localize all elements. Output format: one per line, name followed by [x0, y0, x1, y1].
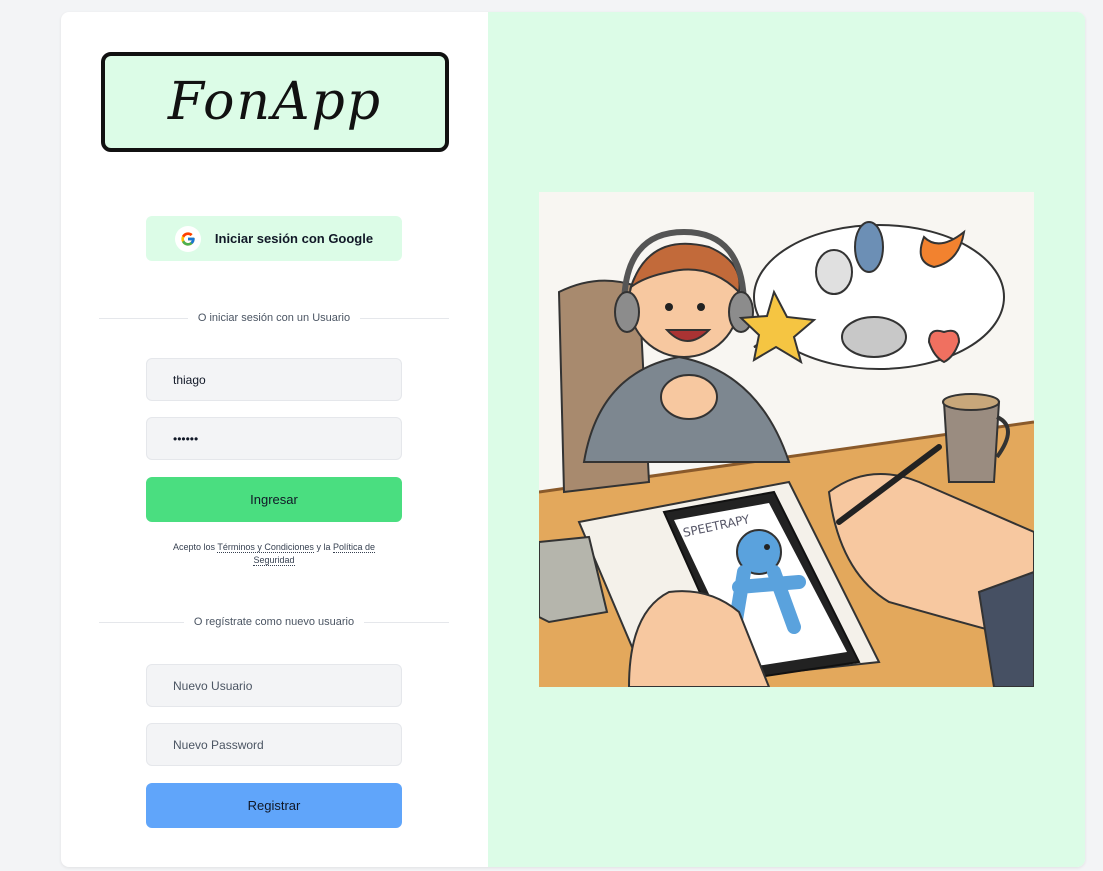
google-signin-button[interactable]: Iniciar sesión con Google [146, 216, 402, 261]
google-signin-label: Iniciar sesión con Google [214, 231, 374, 246]
divider-line [99, 317, 188, 319]
google-icon [174, 225, 201, 252]
login-button[interactable]: Ingresar [146, 477, 402, 522]
terms-link[interactable]: Términos y Condiciones [217, 542, 314, 553]
new-password-input[interactable] [146, 723, 402, 766]
register-divider-text: O regístrate como nuevo usuario [193, 616, 355, 628]
new-username-input[interactable] [146, 664, 402, 707]
register-button[interactable]: Registrar [146, 783, 402, 828]
logo-text: FonApp [167, 72, 383, 132]
password-input[interactable] [146, 417, 402, 460]
divider-line [360, 317, 449, 319]
divider-line [364, 621, 450, 623]
register-divider: O regístrate como nuevo usuario [99, 614, 450, 630]
divider-line [99, 621, 184, 623]
login-card: FonApp Iniciar sesión con Google O inici… [61, 12, 1085, 867]
auth-panel: FonApp Iniciar sesión con Google O inici… [61, 12, 488, 867]
terms-prefix: Acepto los [173, 542, 216, 552]
login-divider-text: O iniciar sesión con un Usuario [197, 312, 351, 324]
login-divider: O iniciar sesión con un Usuario [99, 310, 449, 326]
terms-middle: y la [316, 542, 331, 552]
illustration-panel: SPEETRAPY [488, 12, 1085, 867]
terms-notice: Acepto los Términos y Condiciones y la P… [161, 541, 387, 567]
username-input[interactable] [146, 358, 402, 401]
app-logo: FonApp [101, 52, 449, 152]
therapy-illustration: SPEETRAPY [538, 192, 1035, 689]
